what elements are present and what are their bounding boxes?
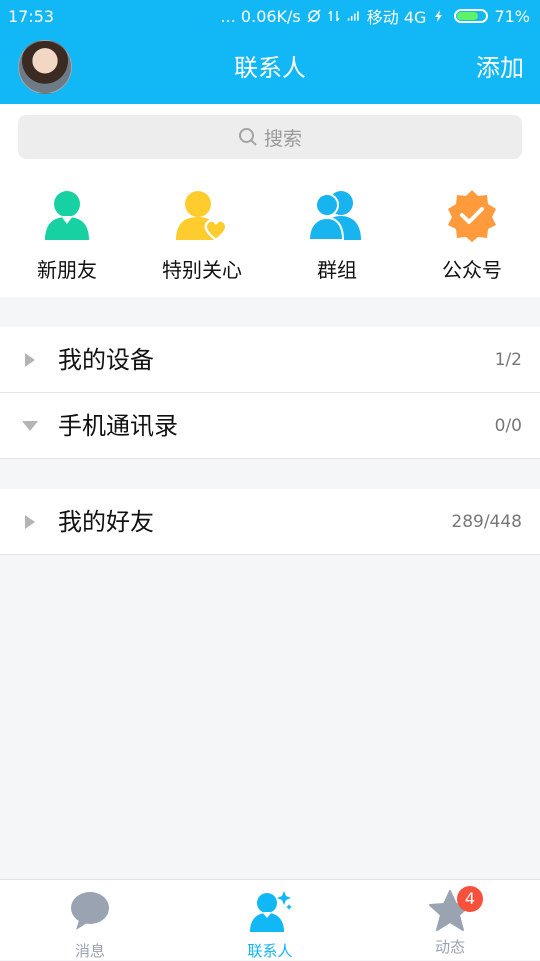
chevron-right-icon [25,353,35,367]
carrier-label: 移动 4G [366,8,427,27]
chevron-down-icon [22,421,38,431]
tab-label: 消息 [74,942,105,960]
quick-entry-label: 新朋友 [37,258,97,282]
battery-icon [454,9,489,23]
data-transfer-icon [328,10,340,22]
contacts-icon [250,891,292,932]
group-count: 1/2 [494,350,522,370]
group-count: 0/0 [494,416,522,436]
battery-percent: 71% [494,6,530,26]
status-time: 17:53 [8,6,55,26]
group-name: 我的好友 [58,508,154,536]
person-heart-icon [176,191,228,242]
search-placeholder: 搜索 [263,127,302,150]
person-add-icon [45,191,89,240]
quick-entry-special-care[interactable]: 特别关心 [142,184,262,283]
quick-entry-row: 新朋友 特别关心 群组 公众号 [0,170,540,297]
tab-label: 联系人 [247,942,293,960]
group-row-my-friends[interactable]: 我的好友 289/448 [0,489,540,555]
add-button[interactable]: 添加 [476,32,524,104]
friends-section: 我的好友 289/448 [0,489,540,555]
chat-bubble-icon [71,892,109,930]
group-name: 我的设备 [58,346,154,374]
group-name: 手机通讯录 [58,412,178,440]
tab-moments[interactable]: 4 动态 [360,880,540,960]
quick-entry-label: 群组 [317,258,357,282]
group-count: 289/448 [451,512,522,532]
network-speed: ... 0.06K/s [220,6,301,26]
contact-groups-section: 我的设备 1/2 手机通讯录 0/0 [0,327,540,459]
quick-entry-groups[interactable]: 群组 [277,184,397,283]
title-bar: 联系人 添加 [0,32,540,104]
tab-label: 动态 [434,938,465,956]
alarm-off-icon [307,9,321,23]
notification-badge: 4 [457,886,483,912]
group-row-phone-contacts[interactable]: 手机通讯录 0/0 [0,393,540,459]
page-title: 联系人 [234,54,306,82]
search-input[interactable]: 搜索 [18,115,522,159]
search-section: 搜索 [0,104,540,170]
group-icon [307,191,361,241]
quick-entry-new-friends[interactable]: 新朋友 [7,184,127,283]
quick-entry-label: 公众号 [442,258,502,282]
tab-messages[interactable]: 消息 [0,880,180,960]
tab-contacts[interactable]: 联系人 [180,880,360,960]
chevron-right-icon [25,515,35,529]
charging-icon [435,10,443,22]
group-row-my-devices[interactable]: 我的设备 1/2 [0,327,540,393]
signal-icon [347,11,359,21]
status-bar: 17:53 ... 0.06K/s 移动 4G 71% [0,0,540,32]
search-icon [238,128,257,146]
quick-entry-public-accounts[interactable]: 公众号 [412,184,532,283]
badge-check-icon [448,190,496,242]
bottom-tab-bar: 消息 联系人 4 动态 [0,879,540,960]
quick-entry-label: 特别关心 [162,258,242,282]
